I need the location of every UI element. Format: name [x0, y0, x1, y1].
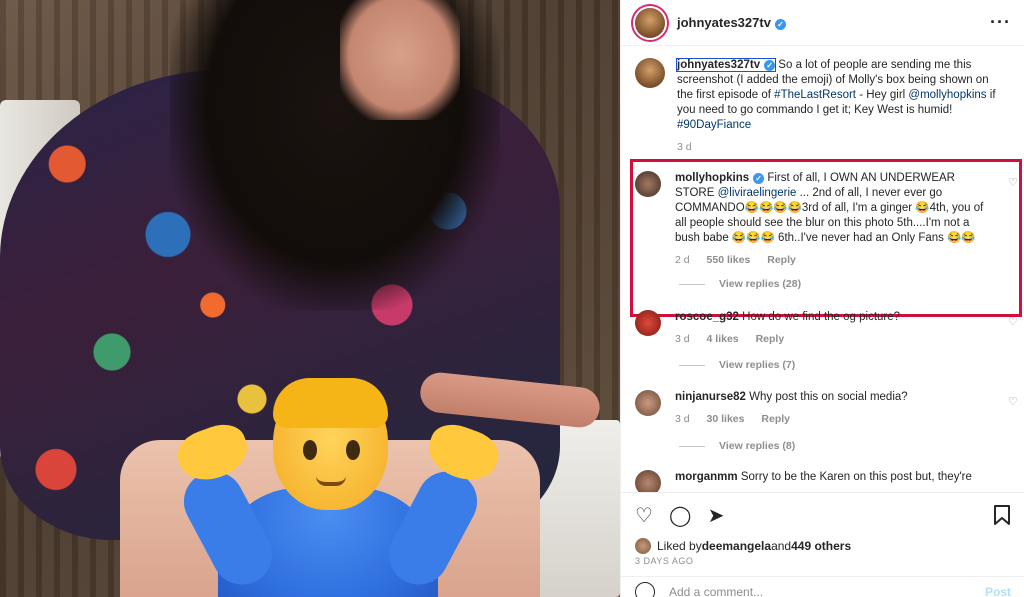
comment-row: ninjanurse82 Why post this on social med… — [635, 390, 1018, 427]
likes-count[interactable]: 550 likes — [707, 254, 751, 266]
commenter-avatar[interactable] — [635, 390, 661, 416]
add-comment-bar: Add a comment... Post — [621, 576, 1024, 597]
comment-like-heart-icon[interactable]: ♡ — [1008, 315, 1019, 328]
caption-username[interactable]: johnyates327tv ✓ — [675, 58, 777, 72]
comment-like-heart-icon[interactable]: ♡ — [1008, 176, 1019, 189]
heart-icon[interactable]: ♡ — [633, 505, 655, 527]
reply-button[interactable]: Reply — [767, 254, 796, 266]
more-options-icon[interactable]: ··· — [990, 12, 1011, 33]
author-avatar[interactable] — [635, 7, 665, 38]
commenter-avatar[interactable] — [635, 310, 661, 336]
comments-list[interactable]: johnyates327tv ✓ So a lot of people are s… — [621, 46, 1024, 492]
likes-count[interactable]: 30 likes — [707, 413, 745, 425]
comment-time: 2 d — [675, 254, 690, 266]
likes-count[interactable]: 4 likes — [707, 333, 739, 345]
commenter-username[interactable]: roscoe_g32 — [675, 311, 739, 323]
comment-icon[interactable]: ◯ — [669, 505, 691, 527]
comment-panel: johnyates327tv ✓ ··· johnyates327tv ✓ So a… — [620, 0, 1024, 597]
comment-time: 3 d — [675, 333, 690, 345]
verified-badge-icon: ✓ — [753, 173, 765, 184]
mention-link[interactable]: @mollyhopkins — [908, 89, 986, 101]
commenter-username[interactable]: mollyhopkins ✓ — [675, 172, 765, 184]
reply-button[interactable]: Reply — [756, 333, 785, 345]
shrug-emoji-icon — [171, 378, 505, 597]
comment-like-heart-icon[interactable]: ♡ — [1008, 395, 1019, 408]
photo-face — [340, 0, 460, 120]
commenter-username[interactable]: morganmm — [675, 471, 738, 483]
caption-time: 3 d — [677, 141, 692, 153]
view-replies-button[interactable]: View replies (8) — [679, 440, 795, 452]
emoji-smile-icon[interactable] — [635, 581, 655, 597]
verified-badge-icon: ✓ — [764, 60, 776, 71]
post-photo[interactable] — [0, 0, 620, 597]
post-header: johnyates327tv ✓ ··· — [621, 0, 1024, 46]
action-bar: ♡ ◯ ➤ — [621, 492, 1024, 538]
verified-badge-icon: ✓ — [774, 19, 786, 30]
liker-avatar[interactable] — [635, 538, 651, 554]
comment-row: mollyhopkins ✓ First of all, I OWN AN UND… — [635, 171, 1018, 268]
mention-link[interactable]: @livi​raelingerie — [718, 187, 797, 199]
comment-row: roscoe_g32 How do we find the og picture… — [635, 310, 1018, 347]
post-date: 3 DAYS AGO — [635, 556, 694, 566]
commenter-avatar[interactable] — [635, 470, 661, 492]
liker-username[interactable]: deemangela — [702, 539, 771, 553]
reply-button[interactable]: Reply — [761, 413, 790, 425]
add-comment-input[interactable]: Add a comment... — [669, 585, 763, 597]
commenter-avatar[interactable] — [635, 171, 661, 197]
view-replies-button[interactable]: View replies (7) — [679, 359, 795, 371]
comment-row: morganmm Sorry to be the Karen on this p… — [635, 470, 1015, 492]
caption-avatar[interactable] — [635, 58, 665, 88]
view-replies-button[interactable]: View replies (28) — [679, 278, 801, 290]
likes-summary: Liked by deemangela and 449 others — [635, 538, 851, 554]
hashtag-link[interactable]: #90DayFiance — [677, 119, 751, 131]
bookmark-icon[interactable] — [991, 504, 1013, 527]
hashtag-link[interactable]: #TheLastResort — [774, 89, 856, 101]
commenter-username[interactable]: ninjanurse82 — [675, 391, 746, 403]
caption: johnyates327tv ✓ So a lot of people are s… — [635, 58, 1015, 155]
comment-time: 3 d — [675, 413, 690, 425]
likes-others-button[interactable]: 449 others — [791, 539, 851, 553]
send-icon[interactable]: ➤ — [705, 505, 727, 527]
post-comment-button[interactable]: Post — [985, 585, 1011, 597]
author-username[interactable]: johnyates327tv ✓ — [677, 15, 786, 30]
